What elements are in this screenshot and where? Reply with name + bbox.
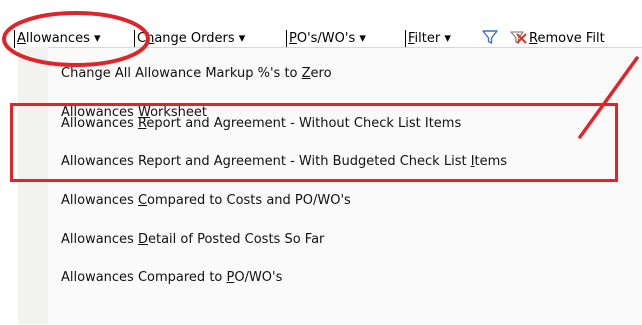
annotation-arrow [578, 56, 639, 139]
